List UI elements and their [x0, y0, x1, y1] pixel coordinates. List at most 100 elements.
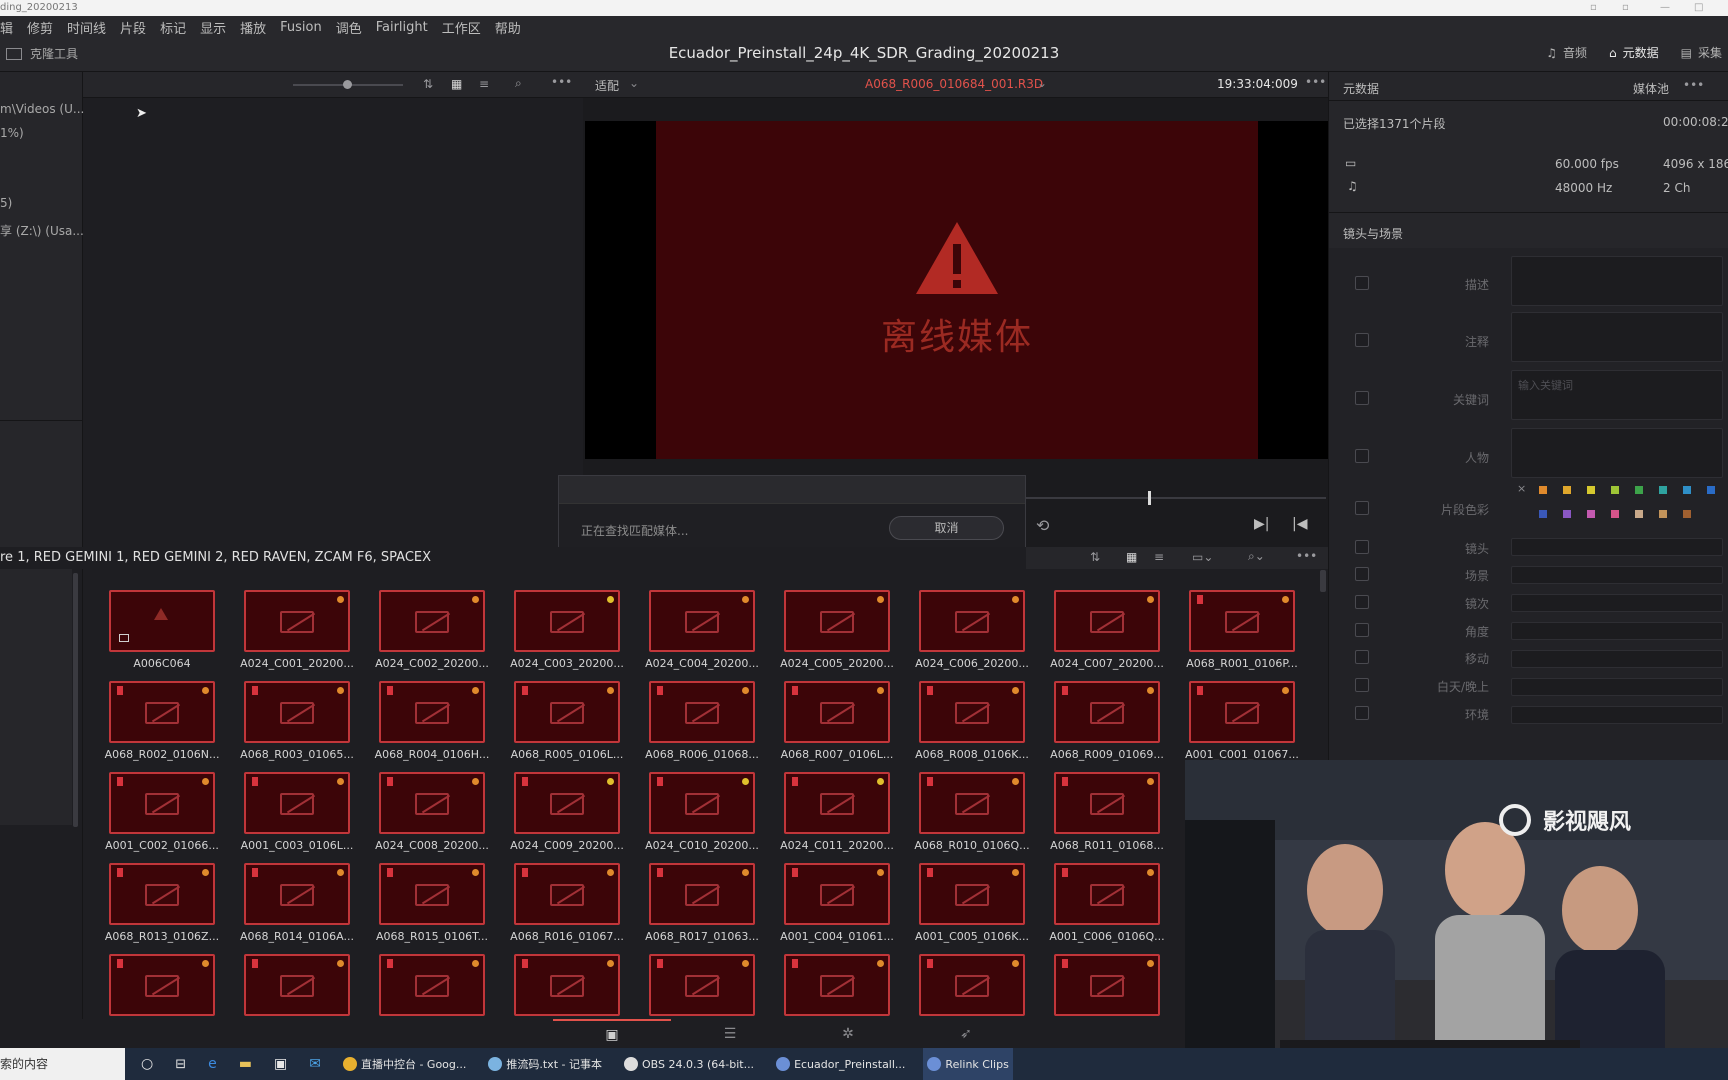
clip-thumbnail[interactable] [379, 681, 485, 743]
zoom-slider-handle[interactable] [343, 80, 352, 89]
loop-icon[interactable]: ⟲ [1036, 516, 1049, 535]
media-pool-tab[interactable]: 媒体池 [1633, 80, 1669, 97]
clear-color-icon[interactable]: × [1517, 482, 1526, 495]
clip-thumbnail[interactable] [649, 863, 755, 925]
checkbox-move[interactable] [1355, 650, 1369, 664]
clip-thumbnail[interactable] [1189, 590, 1295, 652]
clip-thumbnail[interactable] [1054, 954, 1160, 1016]
sort-icon[interactable]: ⇅ [423, 77, 433, 91]
cortana-icon[interactable]: ○ [137, 1048, 157, 1080]
color-swatch[interactable] [1611, 510, 1619, 518]
minimize-button[interactable]: — [1660, 0, 1670, 16]
clip-thumbnail[interactable] [514, 681, 620, 743]
clip-thumbnail[interactable] [784, 954, 890, 1016]
clip-thumbnail[interactable] [244, 863, 350, 925]
clip-thumbnail[interactable] [379, 772, 485, 834]
comments-field[interactable] [1511, 312, 1723, 362]
bin-list-item[interactable] [0, 569, 72, 825]
mail-icon[interactable]: ✉ [305, 1048, 325, 1080]
deliver-page-tab[interactable]: ➶ [907, 1019, 1025, 1048]
clip-thumbnail[interactable] [919, 681, 1025, 743]
media-page-tab[interactable]: ▣ [553, 1019, 671, 1048]
clip-grid-scrollbar[interactable] [1320, 570, 1326, 592]
people-field[interactable] [1511, 428, 1723, 478]
folder-icon[interactable]: ▬ [235, 1048, 256, 1080]
maximize-button[interactable]: □ [1694, 0, 1703, 16]
clip-thumbnail[interactable] [919, 590, 1025, 652]
fusion-page-tab[interactable]: ✲ [789, 1019, 907, 1048]
clip-thumbnail[interactable] [514, 863, 620, 925]
grid-view-icon[interactable]: ▦ [1126, 550, 1137, 564]
list-view-icon[interactable]: ≡ [479, 77, 489, 91]
search-icon[interactable]: ⌕⌄ [1248, 549, 1265, 564]
clip-thumbnail[interactable] [109, 681, 215, 743]
day-night-field[interactable] [1511, 678, 1723, 696]
clip-dropdown-icon[interactable]: ⌄ [1037, 76, 1047, 90]
checkbox-shot[interactable] [1355, 540, 1369, 554]
clip-thumbnail[interactable] [109, 590, 215, 652]
task-view-icon[interactable]: ⊟ [171, 1048, 190, 1080]
color-swatch[interactable] [1611, 486, 1619, 494]
scene-field[interactable] [1511, 566, 1723, 584]
clip-thumbnail[interactable] [244, 772, 350, 834]
clip-thumbnail[interactable] [784, 863, 890, 925]
keywords-field[interactable]: 输入关键词 [1511, 370, 1723, 420]
taskbar-app[interactable]: Ecuador_Preinstall... [772, 1048, 909, 1080]
clip-thumbnail[interactable] [919, 863, 1025, 925]
color-swatch[interactable] [1587, 486, 1595, 494]
viewer-more-icon[interactable]: ••• [1305, 75, 1326, 89]
taskbar-app[interactable]: OBS 24.0.3 (64-bit... [620, 1048, 758, 1080]
clip-thumbnail[interactable] [649, 590, 755, 652]
color-swatch[interactable] [1707, 486, 1715, 494]
color-swatch[interactable] [1659, 486, 1667, 494]
clip-thumbnail[interactable] [919, 772, 1025, 834]
bin-list-scrollbar[interactable] [73, 573, 78, 827]
clip-thumbnail[interactable] [379, 954, 485, 1016]
clip-thumbnail[interactable] [919, 954, 1025, 1016]
checkbox-description[interactable] [1355, 276, 1369, 290]
tool-tag[interactable]: ⌂ 元数据 [1609, 44, 1659, 61]
menu-item[interactable]: 修剪 [27, 18, 53, 37]
menu-item[interactable]: 帮助 [495, 18, 521, 37]
menu-item[interactable]: 调色 [336, 18, 362, 37]
fit-dropdown[interactable]: 适配 [595, 77, 619, 94]
color-swatch[interactable] [1683, 510, 1691, 518]
menu-item[interactable]: 辑 [0, 18, 13, 37]
checkbox-take[interactable] [1355, 595, 1369, 609]
checkbox-angle[interactable] [1355, 623, 1369, 637]
bin-more-icon[interactable]: ••• [1296, 549, 1317, 563]
checkbox-people[interactable] [1355, 449, 1369, 463]
clip-thumbnail[interactable] [244, 681, 350, 743]
taskbar-app[interactable]: Relink Clips [923, 1048, 1013, 1080]
color-swatch[interactable] [1635, 510, 1643, 518]
next-frame-icon[interactable]: ▶| [1254, 516, 1269, 532]
cancel-button[interactable]: 取消 [889, 516, 1004, 540]
menu-item[interactable]: Fairlight [376, 20, 428, 35]
color-swatch[interactable] [1683, 486, 1691, 494]
clip-thumbnail[interactable] [514, 954, 620, 1016]
menu-item[interactable]: 播放 [240, 18, 266, 37]
taskbar-app[interactable]: 推流码.txt - 记事本 [484, 1048, 606, 1080]
clip-thumbnail[interactable] [1054, 772, 1160, 834]
checkbox-day-night[interactable] [1355, 678, 1369, 692]
tree-item[interactable]: m\Videos (U... [0, 102, 84, 116]
metadata-more-icon[interactable]: ••• [1683, 78, 1704, 92]
menu-item[interactable]: 标记 [160, 18, 186, 37]
clip-thumbnail[interactable] [514, 590, 620, 652]
taskbar-search[interactable]: 索的内容 [0, 1048, 125, 1080]
clip-thumbnail[interactable] [649, 681, 755, 743]
menu-item[interactable]: 时间线 [67, 18, 106, 37]
clip-thumbnail[interactable] [109, 863, 215, 925]
scrubber-track[interactable] [1026, 497, 1326, 499]
angle-field[interactable] [1511, 622, 1723, 640]
clip-thumbnail[interactable] [1054, 863, 1160, 925]
checkbox-keywords[interactable] [1355, 391, 1369, 405]
take-field[interactable] [1511, 594, 1723, 612]
more-options-icon[interactable]: ••• [551, 75, 572, 89]
tree-item[interactable]: 1%) [0, 126, 24, 140]
clip-thumbnail[interactable] [109, 954, 215, 1016]
playhead[interactable] [1148, 491, 1151, 505]
environment-field[interactable] [1511, 706, 1723, 724]
grid-view-icon[interactable]: ▦ [451, 77, 462, 91]
clip-thumbnail[interactable] [649, 772, 755, 834]
